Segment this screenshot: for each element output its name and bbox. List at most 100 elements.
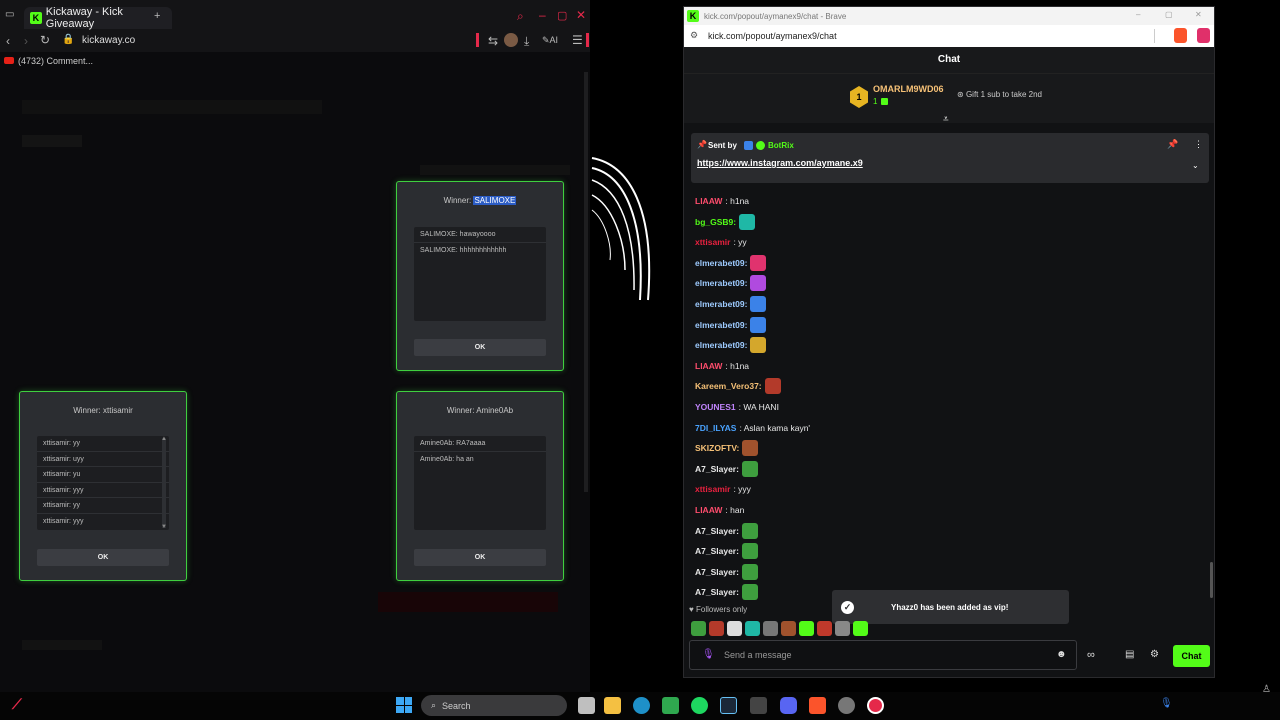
opera-gx-taskbar-icon[interactable]: [867, 697, 884, 714]
chat-username[interactable]: A7_Slayer:: [695, 546, 739, 556]
emote-icon[interactable]: [799, 621, 814, 636]
close-icon[interactable]: ✕: [1195, 10, 1202, 19]
send-chat-button[interactable]: Chat: [1173, 645, 1210, 667]
chat-username[interactable]: LIAAW: [695, 361, 722, 371]
xbox-icon[interactable]: [662, 697, 679, 714]
search-icon[interactable]: ⌕: [517, 9, 524, 24]
collapse-icon[interactable]: ⩡: [943, 114, 949, 125]
chat-username[interactable]: A7_Slayer:: [695, 567, 739, 577]
chat-username[interactable]: SKIZOFTV:: [695, 443, 739, 453]
extensions-icon[interactable]: ⇆: [488, 34, 498, 48]
task-view-icon[interactable]: [578, 697, 595, 714]
emote-icon[interactable]: [781, 621, 796, 636]
leader-name[interactable]: OMARLM9WD06: [873, 84, 944, 94]
site-settings-icon[interactable]: ⚙: [690, 30, 698, 41]
more-options-icon[interactable]: ⋮: [1194, 139, 1203, 150]
emote-icon[interactable]: [709, 621, 724, 636]
brave-rewards-icon[interactable]: [1197, 28, 1210, 43]
bookmark-item[interactable]: (4732) Comment...: [18, 56, 93, 66]
file-explorer-icon[interactable]: [604, 697, 621, 714]
chat-username[interactable]: elmerabet09:: [695, 258, 747, 268]
chat-username[interactable]: Kareem_Vero37:: [695, 381, 762, 391]
scrollbar[interactable]: [584, 72, 588, 492]
reload-icon[interactable]: ↻: [40, 33, 50, 47]
emote-icon[interactable]: [835, 621, 850, 636]
chat-username[interactable]: bg_GSB9:: [695, 217, 736, 227]
message-list[interactable]: Amine0Ab: RA7aaaa Amine0Ab: ha an: [414, 436, 546, 530]
ok-button[interactable]: OK: [414, 549, 546, 566]
ok-button[interactable]: OK: [414, 339, 546, 356]
tab-kickaway[interactable]: K Kickaway - Kick Giveaway: [24, 6, 172, 30]
store-icon[interactable]: ▤: [1125, 649, 1134, 660]
chat-username[interactable]: YOUNES1: [695, 402, 736, 412]
scrollbar[interactable]: [1210, 562, 1213, 598]
close-icon[interactable]: ✕: [576, 8, 586, 22]
taskbar-search[interactable]: ⌕ Search: [421, 695, 567, 716]
forward-icon[interactable]: ›: [24, 34, 28, 48]
list-item: xttisamir: yyy: [37, 483, 169, 498]
chat-username[interactable]: LIAAW: [695, 505, 722, 515]
opera-gx-icon[interactable]: ⟋: [12, 696, 22, 713]
emoji-icon[interactable]: ☻: [1056, 649, 1067, 660]
chat-username[interactable]: elmerabet09:: [695, 340, 747, 350]
chat-username[interactable]: xttisamir: [695, 237, 730, 247]
emote-icon[interactable]: [853, 621, 868, 636]
chat-username[interactable]: A7_Slayer:: [695, 526, 739, 536]
pinned-link[interactable]: https://www.instagram.com/aymane.x9: [697, 158, 863, 168]
chat-username[interactable]: elmerabet09:: [695, 320, 747, 330]
new-tab-icon[interactable]: +: [154, 10, 160, 22]
scrollbar[interactable]: [162, 438, 166, 528]
minimize-icon[interactable]: –: [539, 8, 546, 22]
minimize-icon[interactable]: –: [1136, 10, 1140, 19]
chevron-down-icon[interactable]: ⌄: [1192, 161, 1199, 170]
url-text[interactable]: kickaway.co: [82, 35, 135, 46]
divider: [1154, 29, 1155, 43]
edge-icon[interactable]: [633, 697, 650, 714]
brave-icon[interactable]: [809, 697, 826, 714]
windows-start-icon[interactable]: [396, 697, 412, 713]
person-tray-icon[interactable]: ♙: [1262, 684, 1271, 695]
avatar[interactable]: [504, 33, 518, 47]
pin-toggle-icon[interactable]: 📌: [1167, 139, 1178, 150]
epic-icon[interactable]: [750, 697, 767, 714]
emote-icon[interactable]: [817, 621, 832, 636]
emote-icon[interactable]: [763, 621, 778, 636]
chat-username[interactable]: elmerabet09:: [695, 278, 747, 288]
chat-username[interactable]: xttisamir: [695, 484, 730, 494]
brave-shield-icon[interactable]: [1174, 28, 1187, 43]
chat-username[interactable]: elmerabet09:: [695, 299, 747, 309]
emote-icon[interactable]: [691, 621, 706, 636]
obs-icon[interactable]: [838, 697, 855, 714]
message-list[interactable]: SALIMOXE: hawayoooo SALIMOXE: hhhhhhhhhh…: [414, 227, 546, 321]
sidebar-toggle-icon[interactable]: ▭: [5, 9, 14, 20]
menu-icon[interactable]: ☰: [572, 33, 583, 47]
maximize-icon[interactable]: ▢: [557, 9, 567, 22]
chat-username[interactable]: 7DI_ILYAS: [695, 423, 736, 433]
spotify-icon[interactable]: [691, 697, 708, 714]
steam-icon[interactable]: [720, 697, 737, 714]
emote-icon[interactable]: [745, 621, 760, 636]
chat-username[interactable]: A7_Slayer:: [695, 464, 739, 474]
chat-emote-icon: [750, 296, 767, 312]
chat-username[interactable]: A7_Slayer:: [695, 587, 739, 597]
microphone-tray-icon[interactable]: 🎙: [1160, 698, 1173, 709]
gear-icon[interactable]: ⚙: [1150, 649, 1159, 660]
sender-name[interactable]: BotRix: [768, 141, 794, 150]
maximize-icon[interactable]: ▢: [1165, 10, 1173, 19]
gift-prompt[interactable]: ⊛ Gift 1 sub to take 2nd: [957, 90, 1042, 99]
chat-username[interactable]: LIAAW: [695, 196, 722, 206]
microphone-icon[interactable]: 🎙: [702, 649, 715, 660]
scroll-down-icon[interactable]: ▼: [161, 524, 167, 530]
back-icon[interactable]: ‹: [6, 34, 10, 48]
download-icon[interactable]: ⤓: [524, 34, 529, 49]
emote-icon[interactable]: [727, 621, 742, 636]
url-text[interactable]: kick.com/popout/aymanex9/chat: [708, 31, 837, 41]
winner-name[interactable]: SALIMOXE: [473, 196, 517, 205]
chat-input[interactable]: 🎙 Send a message ☻: [689, 640, 1077, 670]
ok-button[interactable]: OK: [37, 549, 169, 566]
channel-points-icon[interactable]: ∞: [1087, 649, 1095, 661]
ai-button[interactable]: ✎AI: [542, 35, 558, 46]
discord-icon[interactable]: [780, 697, 797, 714]
message-list[interactable]: xttisamir: yy xttisamir: uyy xttisamir: …: [37, 436, 169, 530]
scroll-up-icon[interactable]: ▲: [161, 436, 167, 442]
